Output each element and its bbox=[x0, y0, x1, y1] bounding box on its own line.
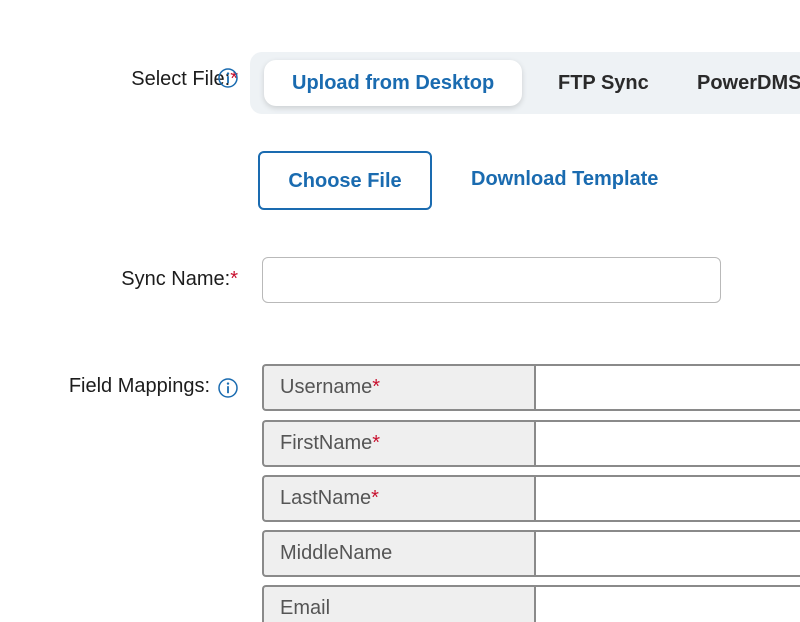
mapping-field-name: MiddleName bbox=[262, 530, 536, 577]
mapping-field-name: LastName* bbox=[262, 475, 536, 522]
mapping-field-name: FirstName* bbox=[262, 420, 536, 467]
sync-name-label: Sync Name: bbox=[121, 268, 231, 290]
select-file-label: Select File: bbox=[131, 68, 231, 90]
mapping-field-label: MiddleName bbox=[280, 542, 393, 564]
field-mapping-row: Username* bbox=[262, 364, 800, 411]
field-mapping-row: FirstName* bbox=[262, 420, 800, 467]
mapping-field-name: Username* bbox=[262, 364, 536, 411]
mapping-field-label: FirstName bbox=[280, 432, 373, 454]
sync-name-input[interactable] bbox=[262, 257, 721, 303]
mapping-field-label: LastName bbox=[280, 487, 372, 509]
field-mappings-label: Field Mappings: bbox=[68, 375, 210, 397]
mapping-field-label: Username bbox=[280, 376, 373, 398]
required-asterisk: * bbox=[372, 432, 381, 454]
file-source-tabs: Upload from Desktop FTP Sync PowerDMS bbox=[250, 52, 800, 114]
mapping-column-select[interactable] bbox=[534, 364, 800, 411]
choose-file-button[interactable]: Choose File bbox=[258, 151, 432, 210]
info-circle-icon[interactable] bbox=[218, 68, 238, 88]
download-template-link[interactable]: Download Template bbox=[471, 168, 658, 191]
mapping-field-name: Email bbox=[262, 585, 536, 622]
required-asterisk: * bbox=[371, 487, 379, 509]
tab-ftp-sync[interactable]: FTP Sync bbox=[558, 60, 649, 106]
tab-powerdms[interactable]: PowerDMS bbox=[697, 60, 800, 106]
field-mapping-row: MiddleName bbox=[262, 530, 800, 577]
tab-upload-from-desktop[interactable]: Upload from Desktop bbox=[264, 60, 523, 106]
field-mapping-row: LastName* bbox=[262, 475, 800, 522]
required-asterisk: * bbox=[230, 268, 238, 290]
mapping-column-select[interactable] bbox=[534, 585, 800, 622]
mapping-field-label: Email bbox=[280, 597, 331, 619]
required-asterisk: * bbox=[372, 376, 381, 398]
mapping-column-select[interactable] bbox=[534, 475, 800, 522]
field-mapping-row: Email bbox=[262, 585, 800, 622]
info-circle-icon[interactable] bbox=[218, 378, 238, 398]
sync-name-label-group: Sync Name:* bbox=[121, 268, 238, 291]
mapping-column-select[interactable] bbox=[534, 420, 800, 467]
mapping-column-select[interactable] bbox=[534, 530, 800, 577]
